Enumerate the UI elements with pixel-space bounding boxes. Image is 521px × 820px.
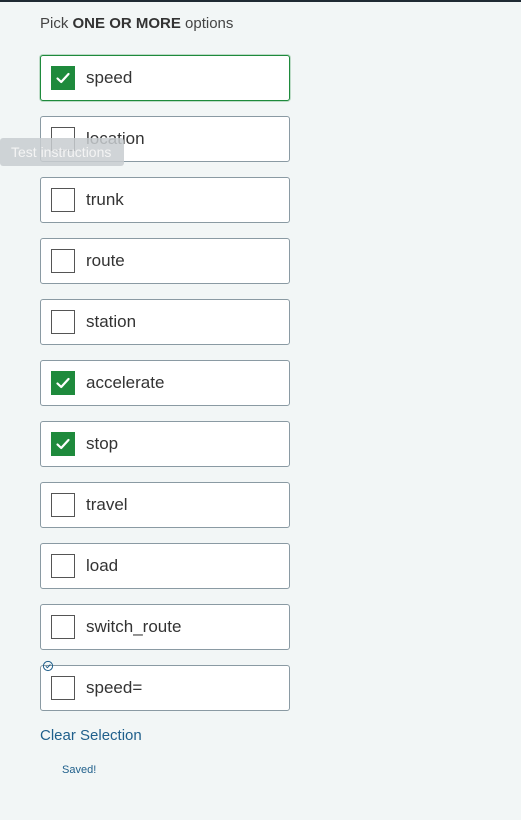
option-label: stop: [86, 434, 119, 453]
checkbox-route[interactable]: [51, 249, 75, 273]
instruction-prompt: Pick ONE OR MORE options: [40, 15, 233, 32]
option-label: station: [86, 312, 137, 331]
check-icon: [56, 377, 70, 389]
check-icon: [56, 72, 70, 84]
option-station[interactable]: station: [40, 299, 290, 345]
checkbox-speed[interactable]: [51, 66, 75, 90]
option-speed[interactable]: speed: [40, 55, 290, 101]
top-border: [0, 0, 521, 2]
option-accelerate[interactable]: accelerate: [40, 360, 290, 406]
verified-check-icon: [42, 660, 54, 672]
option-label: trunk: [86, 190, 124, 209]
check-icon: [56, 438, 70, 450]
option-label: load: [86, 556, 119, 575]
test-instructions-tooltip[interactable]: Test instructions: [0, 138, 124, 166]
option-route[interactable]: route: [40, 238, 290, 284]
option-label: route: [86, 251, 125, 270]
option-label: travel: [86, 495, 128, 514]
checkbox-stop[interactable]: [51, 432, 75, 456]
option-travel[interactable]: travel: [40, 482, 290, 528]
checkbox-trunk[interactable]: [51, 188, 75, 212]
checkbox-load[interactable]: [51, 554, 75, 578]
checkbox-accelerate[interactable]: [51, 371, 75, 395]
clear-selection-link[interactable]: Clear Selection: [40, 727, 142, 744]
option-stop[interactable]: stop: [40, 421, 290, 467]
prompt-suffix: options: [180, 15, 234, 32]
option-label: accelerate: [86, 373, 165, 392]
option-speed-equals[interactable]: speed=: [40, 665, 290, 711]
checkbox-switch-route[interactable]: [51, 615, 75, 639]
checkbox-travel[interactable]: [51, 493, 75, 517]
option-label: switch_route: [86, 617, 182, 636]
saved-status: Saved!: [62, 764, 97, 776]
prompt-prefix: Pick: [40, 15, 73, 32]
checkbox-speed-equals[interactable]: [51, 676, 75, 700]
option-label: speed=: [86, 678, 143, 697]
option-load[interactable]: load: [40, 543, 290, 589]
option-trunk[interactable]: trunk: [40, 177, 290, 223]
option-switch-route[interactable]: switch_route: [40, 604, 290, 650]
option-label: speed: [86, 68, 133, 87]
checkbox-station[interactable]: [51, 310, 75, 334]
prompt-emphasis: ONE OR MORE: [72, 15, 181, 32]
